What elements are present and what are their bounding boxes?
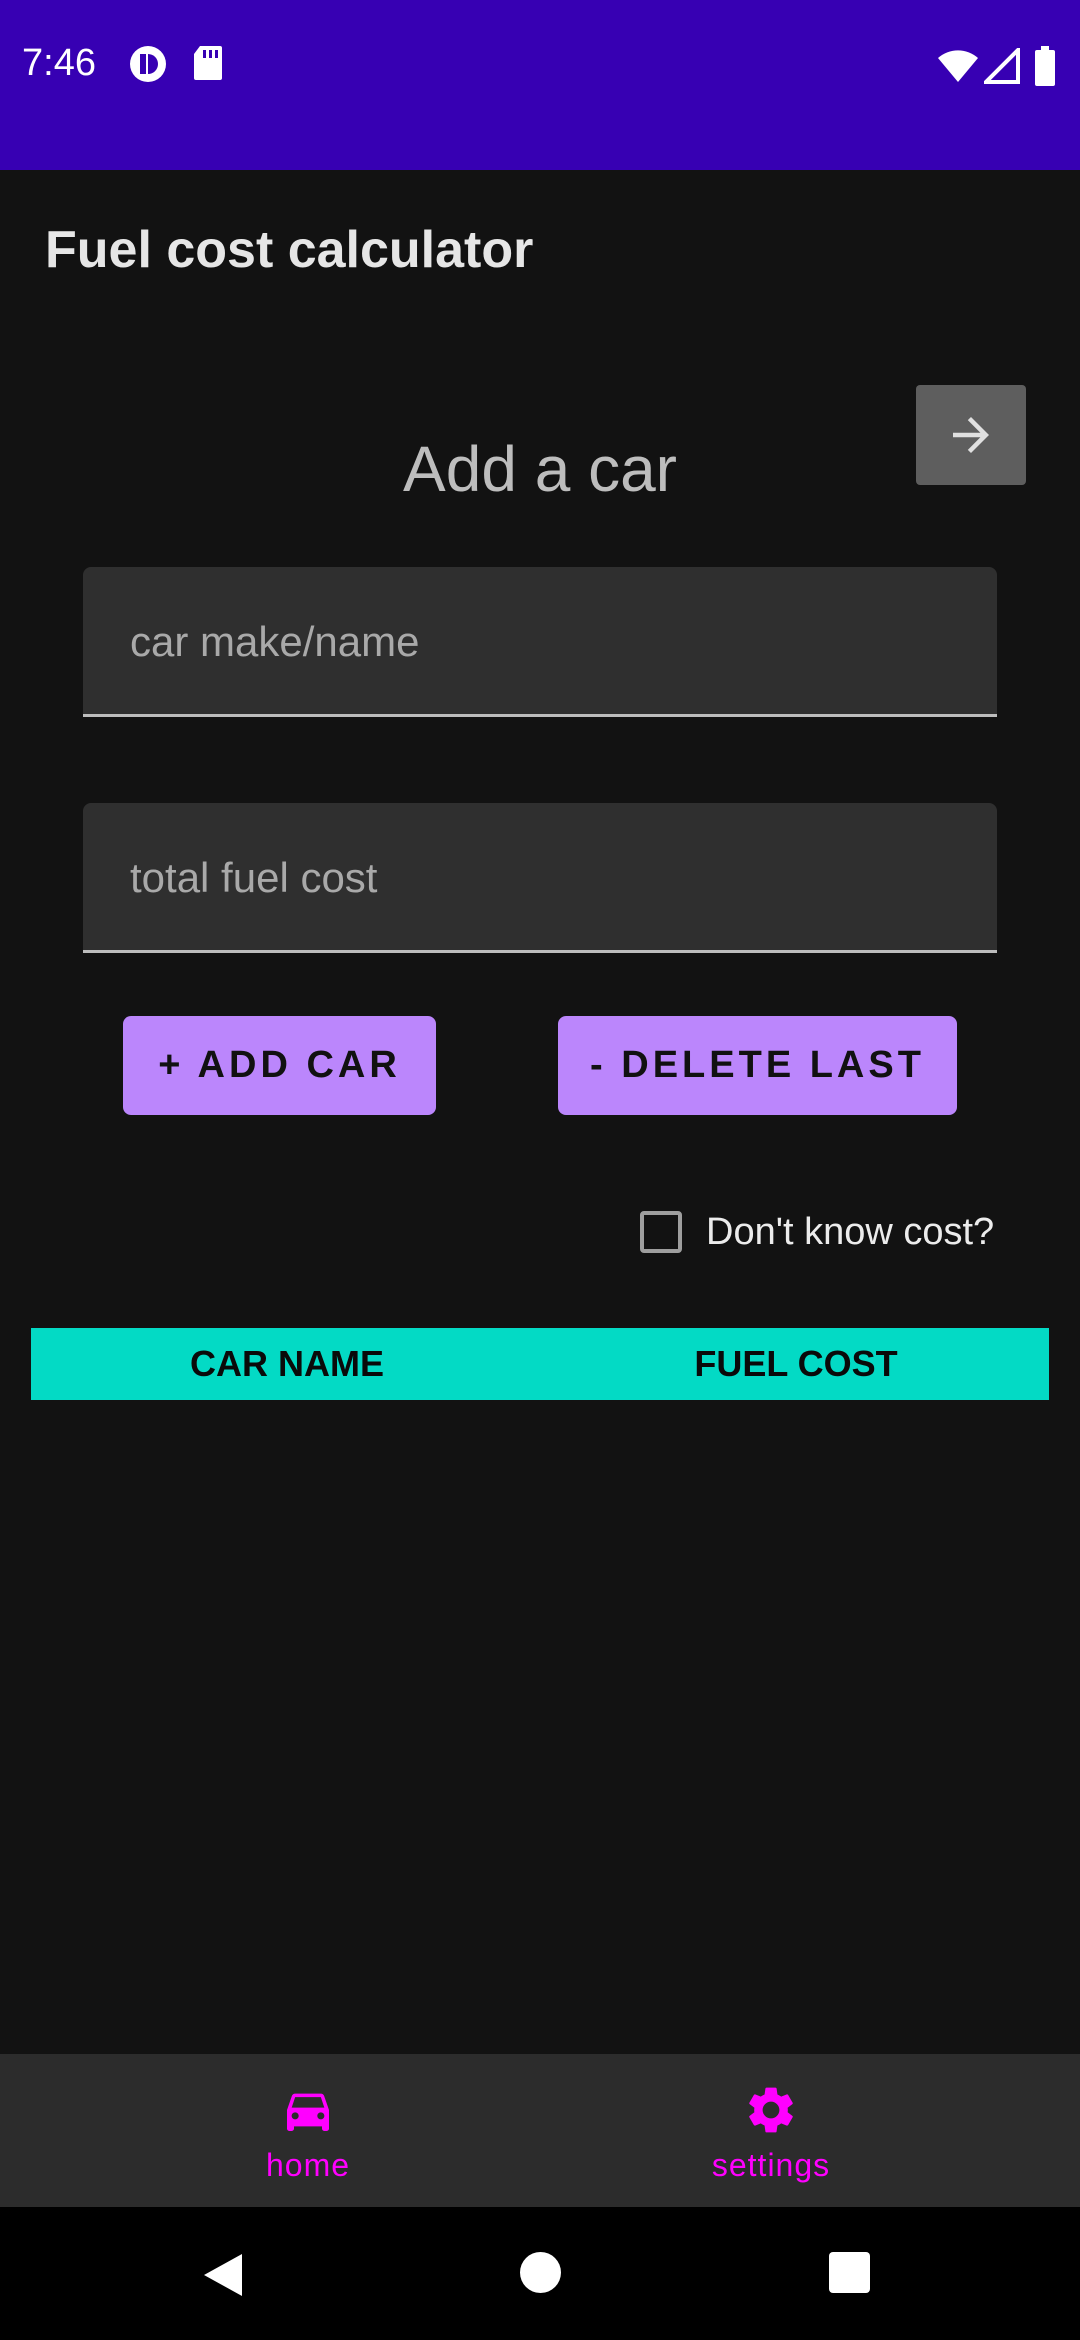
section-title: Add a car [403,433,677,505]
fuel-cost-input[interactable] [128,803,962,952]
dont-know-cost-checkbox[interactable] [640,1211,682,1253]
fuel-cost-field[interactable] [83,803,997,953]
column-header-fuel-cost: FUEL COST [694,1343,898,1384]
bottom-navigation: home settings [0,2054,1080,2207]
gear-icon [749,2087,793,2133]
wifi-icon [936,48,980,89]
sd-card-icon [192,44,224,87]
system-navigation-bar [0,2207,1080,2340]
battery-icon [1034,46,1056,91]
app-bar: Fuel cost calculator [0,170,1080,330]
app-title: Fuel cost calculator [45,221,534,279]
dont-know-cost-label: Don't know cost? [706,1210,995,1253]
car-icon [287,2093,329,2131]
recents-square-icon[interactable] [829,2252,870,2293]
dont-know-cost-row[interactable]: Don't know cost? [640,1204,994,1260]
cell-signal-icon [981,45,1020,89]
column-header-car-name: CAR NAME [190,1343,384,1384]
nav-home-label: home [265,2147,351,2183]
car-name-field[interactable] [83,567,997,717]
nav-home[interactable]: home [158,2054,458,2207]
app-notification-icon [128,44,168,89]
back-icon[interactable] [202,2252,244,2298]
status-bar: 7:46 [0,0,1080,170]
status-time: 7:46 [22,42,96,84]
nav-settings-label: settings [711,2147,831,2183]
car-table-header: CAR NAME FUEL COST [31,1328,1049,1400]
home-circle-icon[interactable] [520,2252,561,2293]
nav-settings[interactable]: settings [621,2054,921,2207]
delete-last-button[interactable]: - DELETE LAST [558,1016,957,1115]
car-name-input[interactable] [128,567,962,716]
add-car-button[interactable]: + ADD CAR [123,1016,436,1115]
